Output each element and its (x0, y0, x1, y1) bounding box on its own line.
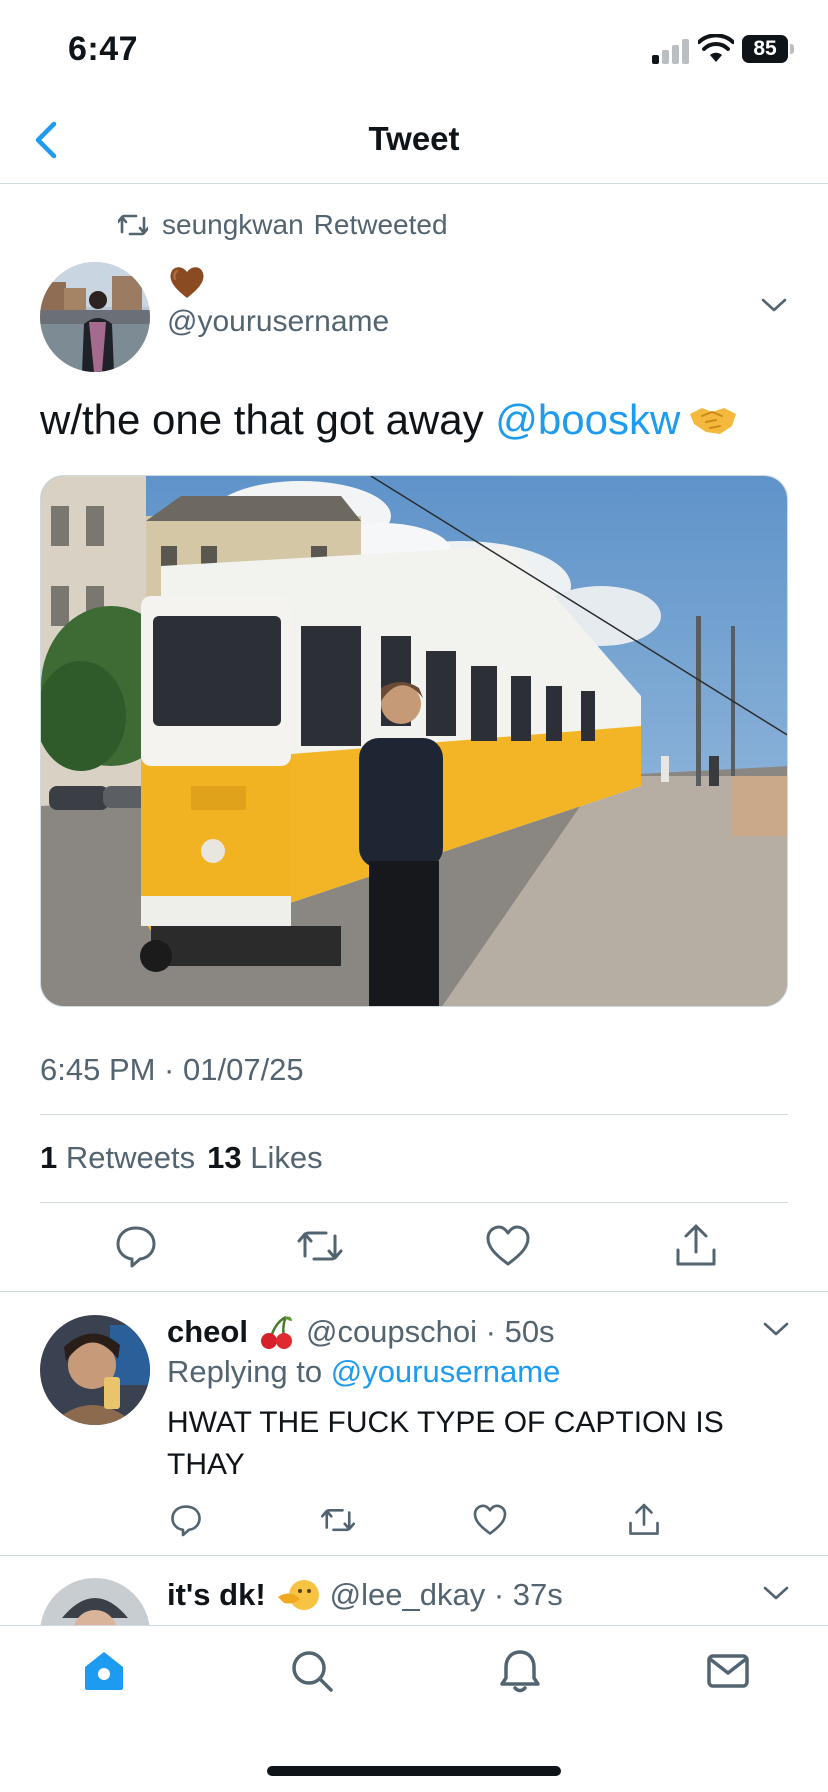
tweet-stats: 1 Retweets 13 Likes (40, 1140, 323, 1176)
retweeter-name[interactable]: seungkwan (162, 209, 304, 241)
retweet-icon (118, 214, 148, 236)
avatar[interactable] (40, 262, 150, 372)
tweet-timestamp: 6:45 PM · 01/07/25 (40, 1052, 304, 1087)
status-time: 6:47 (68, 30, 139, 68)
home-indicator[interactable] (267, 1766, 561, 1776)
search-icon[interactable] (289, 1648, 335, 1694)
divider (0, 1555, 828, 1556)
retweets-stat[interactable]: 1 Retweets (40, 1140, 195, 1176)
tweet-photo[interactable] (40, 475, 788, 1007)
messages-icon[interactable] (705, 1648, 751, 1694)
chevron-down-icon[interactable] (762, 1320, 790, 1338)
replying-to-label: Replying to (167, 1354, 323, 1389)
reply-header: cheol @coupschoi · 50s (167, 1313, 555, 1351)
likes-label: Likes (250, 1140, 323, 1175)
reply-author-name[interactable]: cheol (167, 1314, 248, 1350)
avatar[interactable] (40, 1315, 150, 1425)
retweets-label: Retweets (65, 1140, 196, 1175)
reply-handle-time: @lee_dkay · 37s (329, 1577, 563, 1612)
wifi-icon (698, 34, 734, 62)
divider (40, 1202, 788, 1203)
replying-to: Replying to @yourusername (167, 1354, 560, 1390)
share-icon[interactable] (672, 1222, 720, 1270)
signal-icon (652, 38, 692, 64)
battery-level: 85 (742, 35, 788, 63)
reply-icon[interactable] (168, 1502, 204, 1538)
divider (0, 1291, 828, 1292)
page-title: Tweet (368, 120, 460, 157)
reply-text: HWAT THE FUCK TYPE OF CAPTION IS THAY (167, 1406, 724, 1481)
notifications-icon[interactable] (497, 1648, 543, 1694)
reply-icon[interactable] (112, 1222, 160, 1270)
reply-header: it's dk! @lee_dkay · 37s (167, 1575, 563, 1615)
divider (40, 1114, 788, 1115)
tweet-text: w/the one that got away @booskw (40, 396, 738, 444)
face-with-hand-over-mouth-icon (277, 1580, 319, 1610)
retweet-icon[interactable] (320, 1502, 356, 1538)
author-handle[interactable]: @yourusername (167, 305, 389, 339)
replying-to-mention[interactable]: @yourusername (331, 1354, 561, 1389)
handshake-icon (690, 408, 737, 434)
battery-icon: 85 (742, 35, 794, 63)
reply-author-name[interactable]: it's dk! (167, 1577, 266, 1613)
tweet-body: w/the one that got away (40, 396, 496, 443)
retweets-count: 1 (40, 1140, 58, 1175)
retweet-context: seungkwan Retweeted (118, 206, 448, 244)
nav-bar: Tweet (0, 100, 828, 184)
reply-handle-time: @coupschoi · 50s (305, 1314, 555, 1349)
retweeted-label: Retweeted (313, 209, 448, 240)
likes-count: 13 (207, 1140, 242, 1175)
retweet-icon[interactable] (296, 1222, 344, 1270)
mention-link[interactable]: @booskw (495, 396, 680, 443)
cherries-icon (260, 1315, 292, 1349)
chevron-down-icon[interactable] (762, 1584, 790, 1602)
home-icon[interactable] (81, 1648, 127, 1694)
like-icon[interactable] (472, 1502, 508, 1538)
chevron-down-icon[interactable] (760, 296, 788, 314)
share-icon[interactable] (626, 1502, 662, 1538)
likes-stat[interactable]: 13 Likes (207, 1140, 322, 1176)
status-bar: 6:47 85 (0, 0, 828, 100)
like-icon[interactable] (484, 1222, 532, 1270)
brown-heart-icon (170, 267, 204, 298)
